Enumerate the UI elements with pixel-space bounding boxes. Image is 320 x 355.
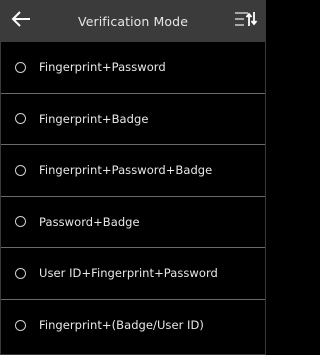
radio-button[interactable] bbox=[15, 61, 26, 73]
page-title: Verification Mode bbox=[78, 13, 188, 29]
option-label: Fingerprint+Badge bbox=[39, 111, 149, 126]
radio-button[interactable] bbox=[15, 267, 26, 279]
verification-mode-screen: Verification Mode Fingerprint+Password F… bbox=[0, 0, 266, 355]
back-button[interactable] bbox=[8, 8, 34, 34]
radio-button[interactable] bbox=[15, 319, 26, 331]
header-bar: Verification Mode bbox=[1, 0, 265, 42]
option-fingerprint-password-badge[interactable]: Fingerprint+Password+Badge bbox=[1, 145, 265, 197]
option-label: Fingerprint+Password bbox=[39, 60, 166, 75]
option-label: Fingerprint+Password+Badge bbox=[39, 163, 213, 178]
option-label: Password+Badge bbox=[39, 214, 140, 229]
option-label: Fingerprint+(Badge/User ID) bbox=[39, 318, 204, 333]
radio-button[interactable] bbox=[15, 216, 26, 228]
option-fingerprint-badge[interactable]: Fingerprint+Badge bbox=[1, 94, 265, 145]
option-userid-fingerprint-password[interactable]: User ID+Fingerprint+Password bbox=[1, 248, 265, 300]
arrow-left-icon bbox=[11, 11, 31, 31]
option-fingerprint-password[interactable]: Fingerprint+Password bbox=[1, 42, 265, 94]
option-password-badge[interactable]: Password+Badge bbox=[1, 197, 265, 248]
option-label: User ID+Fingerprint+Password bbox=[39, 266, 218, 281]
verification-mode-list: Fingerprint+Password Fingerprint+Badge F… bbox=[1, 42, 265, 351]
radio-button[interactable] bbox=[15, 113, 26, 125]
radio-button[interactable] bbox=[15, 164, 26, 176]
sort-icon bbox=[234, 10, 258, 32]
sort-button[interactable] bbox=[233, 9, 259, 33]
option-fingerprint-badge-or-userid[interactable]: Fingerprint+(Badge/User ID) bbox=[1, 300, 265, 352]
